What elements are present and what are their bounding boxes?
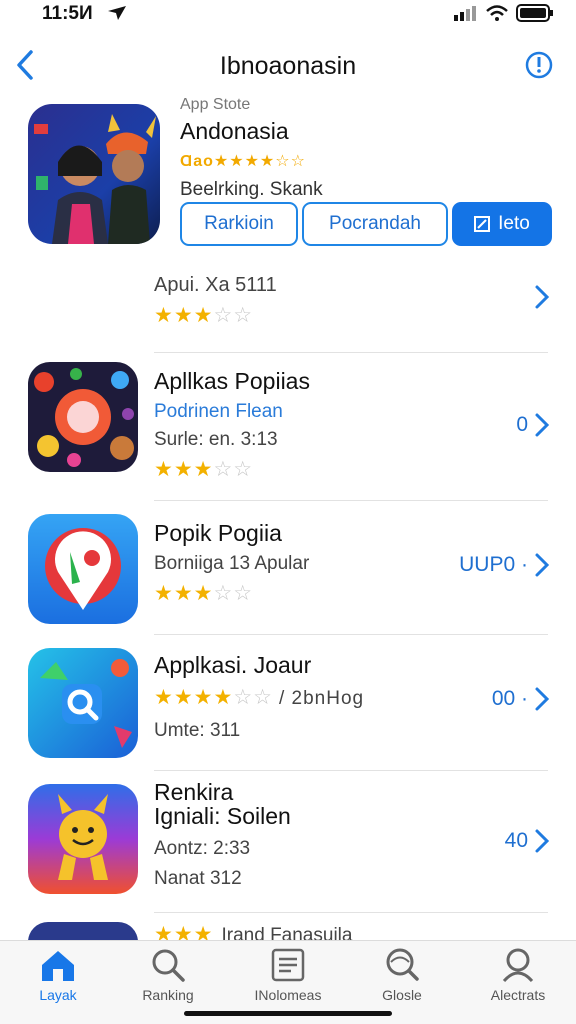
- list-item[interactable]: Apllkas Popiias Podrinen Flean Surle: en…: [0, 360, 576, 500]
- rating-suffix: / 2bnHog: [278, 688, 365, 709]
- store-label: App Stote: [180, 96, 251, 113]
- star-rating: ★★★: [154, 923, 214, 940]
- recommend-button[interactable]: Pocrandah: [302, 202, 448, 246]
- list-item[interactable]: Popik Pogiia Borniiga 13 Apular ★★★☆☆ UU…: [0, 508, 576, 634]
- tab-label: Ranking: [142, 987, 194, 1003]
- tab-label: INolomeas: [254, 987, 322, 1003]
- featured-rating: Ɑao★★★★☆☆: [180, 153, 306, 170]
- app-name: Renkira: [154, 779, 234, 805]
- star-rating: ★★★☆☆: [154, 304, 254, 327]
- row-action-label: 00 ·: [491, 687, 528, 710]
- status-icons: [454, 4, 554, 22]
- chevron-right-icon: [535, 285, 550, 309]
- tab-account[interactable]: Alectrats: [468, 947, 568, 1003]
- list-item[interactable]: Apui. Xa 5111 ★★★☆☆: [0, 270, 576, 352]
- app-icon-games: [28, 362, 138, 472]
- app-icon-search: [28, 648, 138, 758]
- row-action-label: 40: [504, 829, 528, 852]
- row-get-button[interactable]: UUP0 ·: [459, 552, 550, 578]
- edit-icon: [474, 216, 491, 232]
- row-get-button[interactable]: 40: [505, 828, 550, 854]
- app-icon-partial: [28, 922, 138, 940]
- app-name: Applkasi. Joaur: [154, 652, 312, 678]
- row-action-label: UUP0 ·: [459, 553, 528, 576]
- star-rating: ★★★★☆☆ / 2bnHog: [154, 686, 365, 709]
- tab-explore[interactable]: Glosle: [352, 947, 452, 1003]
- featured-app-icon[interactable]: [28, 104, 160, 244]
- list-item[interactable]: ★★★ Irand Fanasuila: [0, 920, 576, 940]
- chevron-right-icon: [535, 687, 550, 711]
- search-icon: [152, 949, 185, 982]
- app-name: Apllkas Popiias: [154, 368, 310, 394]
- nav-bar: Ibnoaonasin: [0, 44, 576, 88]
- ranking-button[interactable]: Rarkioin: [180, 202, 298, 246]
- info-detail-label: Ieto: [498, 213, 530, 234]
- app-meta: Borniiga 13 Apular: [154, 553, 310, 574]
- tab-label: Alectrats: [490, 987, 546, 1003]
- tab-today[interactable]: Layak: [8, 947, 108, 1003]
- app-name: Irand Fanasuila: [221, 925, 353, 940]
- home-icon: [42, 951, 74, 981]
- row-get-button[interactable]: 00 ·: [492, 686, 550, 712]
- divider: [154, 912, 548, 913]
- page-title: Ibnoaonasin: [219, 52, 357, 80]
- tab-label: Glosle: [382, 987, 422, 1003]
- row-open-button[interactable]: [534, 284, 550, 310]
- list-icon: [271, 948, 305, 982]
- app-icon-maps: [28, 514, 138, 624]
- divider: [154, 770, 548, 771]
- app-meta: Umte: 311: [154, 720, 241, 741]
- featured-app-name: Andonasia: [180, 118, 289, 144]
- chevron-right-icon: [535, 829, 550, 853]
- chevron-right-icon: [535, 553, 550, 577]
- status-bar: 11:5И: [0, 0, 576, 28]
- divider: [154, 352, 548, 353]
- list-item[interactable]: Applkasi. Joaur ★★★★☆☆ / 2bnHog Umte: 31…: [0, 642, 576, 770]
- star-rating: ★★★☆☆: [154, 458, 254, 481]
- tab-label: Layak: [39, 987, 77, 1003]
- featured-meta: App Stote Andonasia Ɑao★★★★☆☆ Beelrking.…: [180, 96, 323, 201]
- status-time: 11:5И: [42, 3, 93, 24]
- app-meta: Surle: en. 3:13: [154, 429, 278, 450]
- app-subtitle: Podrinen Flean: [154, 401, 283, 422]
- divider: [154, 500, 548, 501]
- app-meta: Apui. Xa 5111: [154, 274, 277, 296]
- account-search-icon: [502, 948, 534, 983]
- battery-icon: [516, 4, 553, 22]
- app-subtitle: Igniali: Soilen: [154, 803, 291, 829]
- app-name: Popik Pogiia: [154, 520, 282, 546]
- wifi-icon: [486, 5, 508, 21]
- location-icon: [108, 6, 126, 20]
- info-detail-button[interactable]: Ieto: [452, 202, 552, 246]
- featured-subtitle: Beelrking. Skank: [180, 179, 323, 200]
- row-get-button[interactable]: 0: [516, 412, 550, 438]
- magnifier-icon: [386, 948, 419, 981]
- list-item[interactable]: Renkira Igniali: Soilen Aontz: 2:33 Nana…: [0, 778, 576, 912]
- app-meta-secondary: Nanat 312: [154, 868, 242, 889]
- featured-app: App Stote Andonasia Ɑao★★★★☆☆ Beelrking.…: [0, 96, 576, 256]
- featured-buttons: Rarkioin Pocrandah Ieto: [180, 202, 552, 246]
- divider: [154, 634, 548, 635]
- signal-icon: [454, 6, 476, 21]
- star-rating: ★★★☆☆: [154, 582, 254, 605]
- row-action-label: 0: [516, 413, 528, 436]
- app-meta: Aontz: 2:33: [154, 838, 251, 859]
- chevron-right-icon: [535, 413, 550, 437]
- tab-ranking[interactable]: Ranking: [118, 947, 218, 1003]
- app-icon-character: [28, 784, 138, 894]
- home-indicator: [184, 1011, 392, 1016]
- info-icon: [525, 51, 553, 79]
- tab-bar: Layak Ranking INolomeas Glosle Alectrats: [0, 940, 576, 1024]
- info-button[interactable]: [524, 50, 554, 80]
- tab-news[interactable]: INolomeas: [238, 947, 338, 1003]
